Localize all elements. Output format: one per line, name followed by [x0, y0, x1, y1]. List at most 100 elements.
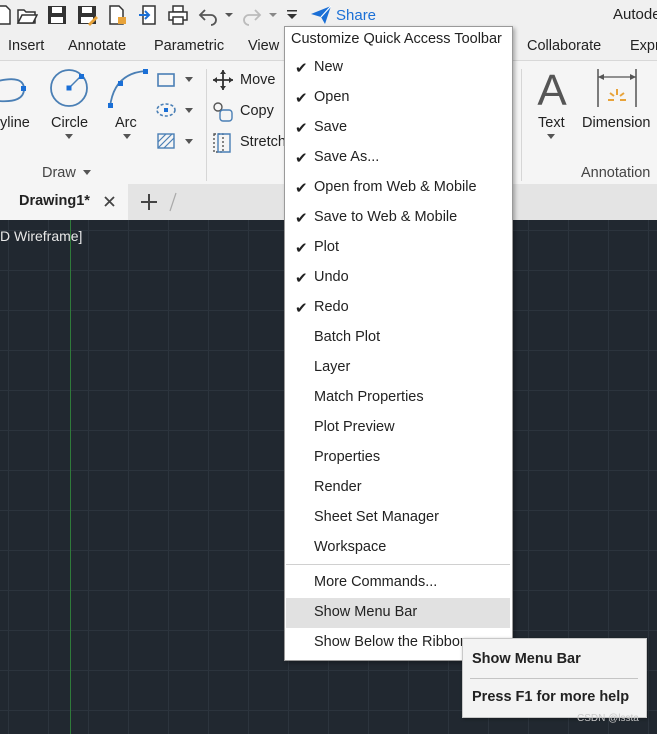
menu-item[interactable]: ✔ Redo: [286, 293, 510, 323]
tab-view[interactable]: View: [248, 38, 279, 54]
tooltip-title: Show Menu Bar: [472, 651, 581, 667]
save-to-web-icon[interactable]: [137, 4, 159, 26]
file-tab-drawing1[interactable]: Drawing1*: [0, 184, 128, 220]
menu-item-label: Match Properties: [314, 389, 424, 405]
draw-panel-title[interactable]: Draw: [42, 165, 76, 181]
undo-dropdown-icon[interactable]: [223, 4, 235, 26]
share-label: Share: [336, 6, 377, 24]
menu-item-label: Workspace: [314, 539, 387, 555]
hatch-icon[interactable]: [156, 132, 176, 150]
menu-title: Customize Quick Access Toolbar: [291, 31, 502, 47]
menu-item[interactable]: Layer: [286, 353, 510, 383]
menu-item[interactable]: Match Properties: [286, 383, 510, 413]
menu-item[interactable]: Render: [286, 473, 510, 503]
menu-item-label: Properties: [314, 449, 381, 465]
file-tab-label: Drawing1*: [19, 193, 90, 209]
watermark: CSDN @lssta: [577, 713, 639, 724]
checkmark-icon: ✔: [295, 120, 308, 137]
menu-item-label: Render: [314, 479, 362, 495]
menu-item[interactable]: Sheet Set Manager: [286, 503, 510, 533]
menu-item-label: Save As...: [314, 149, 380, 165]
menu-item-label: Undo: [314, 269, 349, 285]
text-dropdown-icon[interactable]: [546, 133, 556, 141]
checkmark-icon: ✔: [295, 270, 308, 287]
share-icon: [311, 5, 332, 24]
tab-separator: [169, 192, 177, 212]
tab-parametric[interactable]: Parametric: [154, 38, 224, 54]
menu-item[interactable]: ✔ Open from Web & Mobile: [286, 173, 510, 203]
save-icon[interactable]: [46, 4, 68, 26]
menu-item-label: Plot Preview: [314, 419, 395, 435]
copy-label[interactable]: Copy: [240, 103, 274, 119]
menu-item[interactable]: ✔ Open: [286, 83, 510, 113]
viewport-visual-style[interactable]: D Wireframe]: [0, 228, 82, 244]
menu-item[interactable]: ✔ New: [286, 53, 510, 83]
circle-dropdown-icon[interactable]: [64, 133, 74, 141]
polyline-label[interactable]: yline: [0, 115, 30, 131]
menu-item[interactable]: ✔ Save to Web & Mobile: [286, 203, 510, 233]
arc-dropdown-icon[interactable]: [122, 133, 132, 141]
menu-item[interactable]: ✔ Save: [286, 113, 510, 143]
checkmark-icon: ✔: [295, 90, 308, 107]
stretch-icon[interactable]: [212, 132, 234, 154]
plot-icon[interactable]: [167, 4, 189, 26]
text-label[interactable]: Text: [538, 115, 565, 131]
rectangle-icon[interactable]: [156, 71, 176, 89]
polyline-icon[interactable]: [0, 69, 32, 107]
dimension-icon[interactable]: [596, 67, 640, 109]
menu-item-label: Save: [314, 119, 348, 135]
redo-icon[interactable]: [241, 4, 263, 26]
tab-insert[interactable]: Insert: [8, 38, 44, 54]
menu-item[interactable]: Batch Plot: [286, 323, 510, 353]
tab-express[interactable]: Express: [630, 38, 657, 54]
ellipse-icon[interactable]: [155, 101, 177, 119]
svg-text:A: A: [537, 67, 567, 109]
undo-icon[interactable]: [197, 4, 219, 26]
arc-label[interactable]: Arc: [115, 115, 137, 131]
checkmark-icon: ✔: [295, 240, 308, 257]
menu-item-label: Sheet Set Manager: [314, 509, 439, 525]
hatch-dropdown-icon[interactable]: [184, 138, 194, 146]
checkmark-icon: ✔: [295, 300, 308, 317]
menu-item-label: Show Below the Ribbon: [314, 634, 468, 650]
new-icon[interactable]: [0, 4, 14, 26]
ellipse-dropdown-icon[interactable]: [184, 107, 194, 115]
open-icon[interactable]: [16, 4, 38, 26]
move-label[interactable]: Move: [240, 72, 275, 88]
dimension-label[interactable]: Dimension: [582, 115, 651, 131]
menu-item-more-commands[interactable]: More Commands...: [286, 568, 510, 598]
menu-item-label: Batch Plot: [314, 329, 381, 345]
tab-annotate[interactable]: Annotate: [68, 38, 126, 54]
menu-separator: [286, 564, 510, 565]
draw-panel-expand-icon[interactable]: [82, 169, 92, 177]
menu-item[interactable]: ✔ Undo: [286, 263, 510, 293]
menu-item[interactable]: ✔ Plot: [286, 233, 510, 263]
text-icon[interactable]: A: [533, 67, 571, 109]
checkmark-icon: ✔: [295, 150, 308, 167]
rectangle-dropdown-icon[interactable]: [184, 76, 194, 84]
close-icon[interactable]: [103, 195, 116, 208]
menu-item-label: Show Menu Bar: [314, 604, 418, 620]
annotation-panel-title[interactable]: Annotation: [581, 165, 650, 181]
tab-collaborate[interactable]: Collaborate: [527, 38, 601, 54]
copy-icon[interactable]: [212, 101, 234, 123]
redo-dropdown-icon[interactable]: [267, 4, 279, 26]
stretch-label[interactable]: Stretch: [240, 134, 286, 150]
menu-item[interactable]: Workspace: [286, 533, 510, 563]
share-button[interactable]: Share: [310, 4, 376, 26]
circle-icon[interactable]: [48, 67, 90, 109]
circle-label[interactable]: Circle: [51, 115, 88, 131]
tooltip-help: Press F1 for more help: [472, 689, 630, 705]
open-from-web-icon[interactable]: [106, 4, 128, 26]
menu-item[interactable]: Properties: [286, 443, 510, 473]
menu-item-show-menu-bar[interactable]: Show Menu Bar: [286, 598, 510, 628]
menu-item-label: Redo: [314, 299, 349, 315]
save-as-icon[interactable]: [76, 4, 98, 26]
menu-item[interactable]: Plot Preview: [286, 413, 510, 443]
new-tab-icon[interactable]: [139, 192, 159, 212]
arc-icon[interactable]: [106, 67, 150, 109]
tooltip-divider: [470, 678, 638, 679]
menu-item[interactable]: ✔ Save As...: [286, 143, 510, 173]
move-icon[interactable]: [212, 69, 234, 91]
customize-dropdown-icon[interactable]: [284, 4, 300, 26]
